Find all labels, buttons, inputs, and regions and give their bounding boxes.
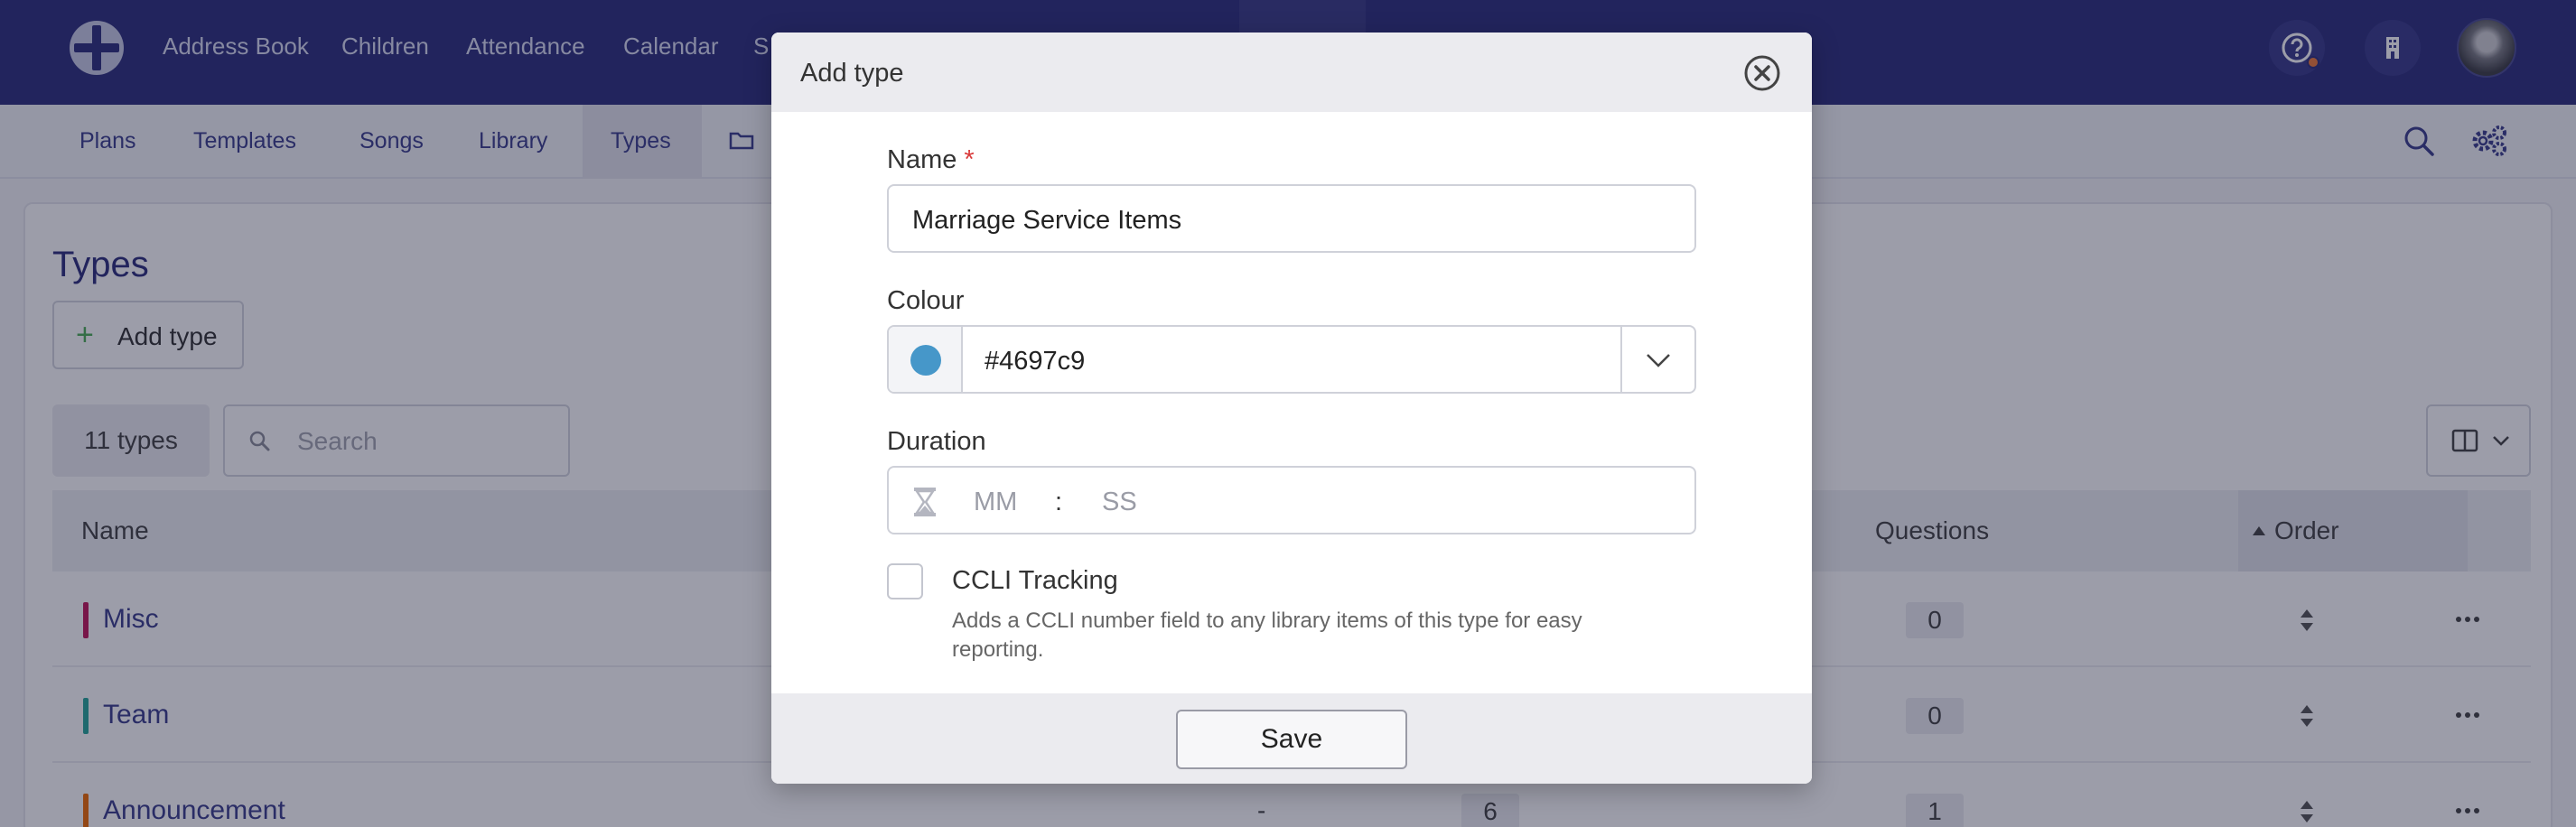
required-marker: * [964, 145, 975, 174]
add-type-dialog: Add type Name * Marriage Service Items C… [771, 33, 1812, 784]
close-icon[interactable] [1743, 54, 1781, 92]
colour-label: Colour [887, 286, 965, 315]
duration-seconds-input[interactable]: SS [1102, 487, 1137, 517]
hourglass-icon [914, 488, 936, 516]
save-button[interactable]: Save [1176, 710, 1407, 769]
duration-separator: : [1055, 488, 1063, 516]
name-label: Name * [887, 144, 975, 175]
ccli-tracking-label[interactable]: CCLI Tracking [952, 565, 1118, 596]
colour-swatch [910, 345, 941, 376]
duration-label: Duration [887, 427, 986, 456]
name-field[interactable]: Marriage Service Items [887, 184, 1696, 253]
name-field-value: Marriage Service Items [912, 206, 1182, 235]
dialog-header: Add type [771, 33, 1812, 112]
duration-field[interactable]: MM : SS [887, 466, 1696, 534]
colour-swatch-button[interactable] [889, 327, 963, 392]
duration-minutes-input[interactable]: MM [974, 487, 1017, 517]
ccli-tracking-description: Adds a CCLI number field to any library … [952, 609, 1582, 662]
colour-hex-value[interactable]: #4697c9 [985, 346, 1085, 376]
dialog-title: Add type [800, 59, 904, 88]
chevron-down-icon [1647, 354, 1670, 367]
colour-picker-field[interactable]: #4697c9 [887, 325, 1696, 394]
name-label-text: Name [887, 145, 957, 174]
ccli-tracking-checkbox[interactable] [887, 563, 923, 599]
colour-dropdown-button[interactable] [1620, 327, 1694, 392]
